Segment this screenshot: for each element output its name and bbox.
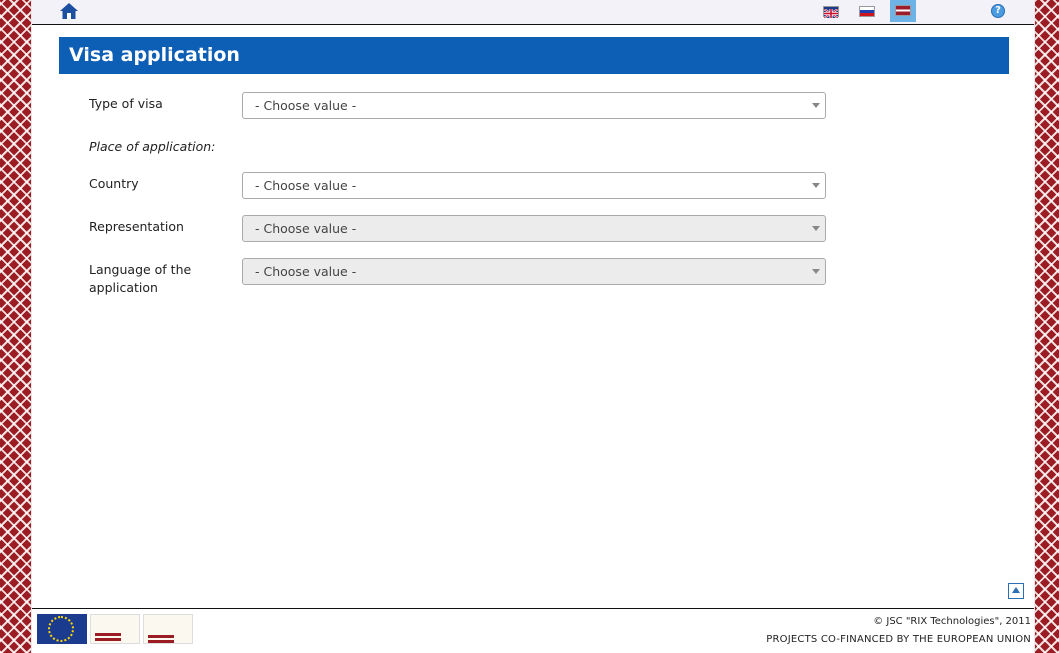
representation-value: - Choose value -: [255, 221, 357, 236]
country-value: - Choose value -: [255, 178, 357, 193]
language-label-line2: application: [89, 280, 158, 295]
representation-label: Representation: [89, 219, 184, 234]
language-value: - Choose value -: [255, 264, 357, 279]
copyright-text: © JSC "RIX Technologies", 2011: [873, 616, 1031, 627]
chevron-down-icon: [812, 103, 820, 108]
representation-select[interactable]: - Choose value -: [242, 215, 826, 242]
chevron-down-icon: [812, 183, 820, 188]
external-borders-fund-logo: [143, 614, 193, 644]
help-icon[interactable]: ?: [991, 4, 1005, 18]
footer-divider: [32, 608, 1034, 609]
type-of-visa-value: - Choose value -: [255, 98, 357, 113]
language-label: Language of the application: [89, 261, 191, 297]
active-language-highlight[interactable]: [890, 0, 916, 22]
country-select[interactable]: - Choose value -: [242, 172, 826, 199]
flag-uk-icon[interactable]: [823, 6, 839, 19]
flag-lv-icon[interactable]: [895, 5, 911, 16]
language-select[interactable]: - Choose value -: [242, 258, 826, 285]
top-bar: ?: [32, 0, 1034, 25]
page-title: Visa application: [59, 37, 1009, 74]
flag-ru-icon[interactable]: [859, 6, 875, 17]
type-of-visa-select[interactable]: - Choose value -: [242, 92, 826, 119]
page-container: ? Visa application Type of visa - Choose…: [31, 0, 1035, 653]
chevron-down-icon: [812, 269, 820, 274]
cofinanced-text: PROJECTS CO-FINANCED BY THE EUROPEAN UNI…: [766, 634, 1031, 645]
home-icon[interactable]: [59, 2, 79, 20]
eu-flag-logo: [37, 614, 87, 644]
type-of-visa-label: Type of visa: [89, 96, 163, 111]
place-of-application-heading: Place of application:: [89, 139, 216, 154]
solidarity-fund-logo: [90, 614, 140, 644]
chevron-down-icon: [812, 226, 820, 231]
language-label-line1: Language of the: [89, 262, 192, 277]
country-label: Country: [89, 176, 139, 191]
scroll-to-top-icon[interactable]: [1008, 583, 1024, 599]
